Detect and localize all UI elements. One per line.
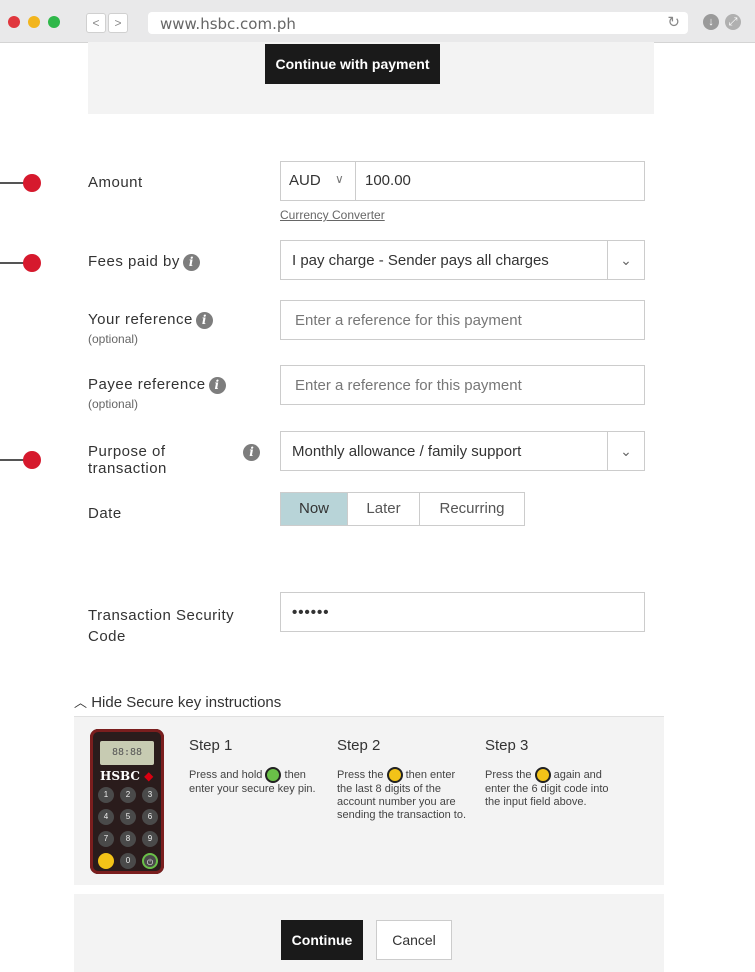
currency-value: AUD: [289, 172, 321, 189]
hsbc-logo: HSBC ◆: [100, 769, 153, 783]
date-segmented-control: Now Later Recurring: [280, 492, 525, 526]
step-3-title: Step 3: [485, 737, 529, 754]
power-icon: ⏻: [142, 853, 158, 869]
download-icon[interactable]: ↓: [703, 14, 719, 30]
optional-label: (optional): [88, 332, 139, 346]
annotation-marker: [23, 254, 41, 272]
placeholder-text: Enter a reference for this payment: [295, 377, 522, 394]
reload-icon[interactable]: ↻: [667, 13, 680, 31]
continue-with-payment-button[interactable]: Continue with payment: [265, 44, 440, 84]
payee-reference-label-text: Payee reference: [88, 376, 206, 393]
key: 9: [142, 831, 158, 847]
minimize-window-dot[interactable]: [28, 16, 40, 28]
hexagon-icon: ◆: [144, 769, 154, 783]
key: 4: [98, 809, 114, 825]
key: 8: [120, 831, 136, 847]
continue-button[interactable]: Continue: [281, 920, 363, 960]
purpose-label-line1: Purpose of: [88, 443, 166, 460]
purpose-label: Purpose of transaction: [88, 443, 167, 477]
info-icon[interactable]: i: [243, 444, 260, 461]
payee-reference-label: Payee reference i: [88, 376, 226, 394]
purpose-select[interactable]: Monthly allowance / family support ⌄: [280, 431, 645, 471]
fees-label-text: Fees paid by: [88, 253, 180, 270]
placeholder-text: Enter a reference for this payment: [295, 312, 522, 329]
security-code-input[interactable]: ••••••: [280, 592, 645, 632]
footer-panel: [74, 894, 664, 972]
browser-toolbar: < > www.hsbc.com.ph ↻ ↓ ⤢: [0, 0, 755, 43]
chevron-down-icon[interactable]: ⌄: [607, 241, 644, 279]
hide-secure-key-toggle[interactable]: ︿ Hide Secure key instructions: [74, 692, 281, 711]
purpose-label-line2: transaction: [88, 460, 167, 477]
yellow-button-icon: [534, 767, 551, 783]
step-2-pre: Press the: [337, 768, 384, 781]
key: 1: [98, 787, 114, 803]
your-reference-label-text: Your reference: [88, 311, 193, 328]
forward-button[interactable]: >: [108, 13, 128, 33]
fees-select[interactable]: I pay charge - Sender pays all charges ⌄: [280, 240, 645, 280]
secure-key-device-image: 88:88 HSBC ◆ 1 2 3 4 5 6 7 8 9 0 ⏻: [90, 729, 164, 874]
fullscreen-icon[interactable]: ⤢: [725, 14, 741, 30]
info-icon[interactable]: i: [182, 253, 200, 271]
date-option-recurring[interactable]: Recurring: [420, 493, 524, 525]
security-code-label-line1: Transaction Security: [88, 607, 235, 624]
currency-converter-link[interactable]: Currency Converter: [280, 208, 385, 222]
maximize-window-dot[interactable]: [48, 16, 60, 28]
device-screen: 88:88: [100, 741, 154, 765]
amount-field[interactable]: AUD ∨ 100.00: [280, 161, 645, 201]
toggle-label: Hide Secure key instructions: [91, 694, 282, 711]
optional-label: (optional): [88, 397, 139, 411]
yellow-button-icon: [386, 767, 403, 783]
amount-label: Amount: [88, 174, 143, 191]
device-keypad: 1 2 3 4 5 6 7 8 9 0 ⏻: [98, 787, 158, 869]
back-button[interactable]: <: [86, 13, 106, 33]
step-2-text: Press the then enter the last 8 digits o…: [337, 767, 472, 822]
step-1-title: Step 1: [189, 737, 233, 754]
secure-key-panel: 88:88 HSBC ◆ 1 2 3 4 5 6 7 8 9 0 ⏻ Step …: [74, 716, 664, 885]
date-option-now[interactable]: Now: [281, 493, 348, 525]
address-bar[interactable]: www.hsbc.com.ph ↻: [148, 12, 688, 34]
key: 7: [98, 831, 114, 847]
chevron-down-icon: ∨: [335, 172, 344, 186]
chevron-up-icon: ︿: [74, 695, 88, 710]
payee-reference-input[interactable]: Enter a reference for this payment: [280, 365, 645, 405]
purpose-value: Monthly allowance / family support: [292, 443, 522, 460]
info-icon[interactable]: i: [195, 311, 213, 329]
key: 0: [120, 853, 136, 869]
info-icon[interactable]: i: [208, 376, 226, 394]
step-3-text: Press the again and enter the 6 digit co…: [485, 767, 620, 809]
close-window-dot[interactable]: [8, 16, 20, 28]
security-code-value: ••••••: [292, 604, 330, 621]
your-reference-input[interactable]: Enter a reference for this payment: [280, 300, 645, 340]
yellow-key: [98, 853, 114, 869]
currency-select[interactable]: AUD ∨: [281, 162, 356, 200]
key: 3: [142, 787, 158, 803]
cancel-button[interactable]: Cancel: [376, 920, 452, 960]
annotation-marker: [23, 451, 41, 469]
step-2-title: Step 2: [337, 737, 381, 754]
green-button-icon: [265, 767, 282, 783]
fees-label: Fees paid by i: [88, 253, 200, 271]
key: 5: [120, 809, 136, 825]
key: 6: [142, 809, 158, 825]
key: 2: [120, 787, 136, 803]
chevron-down-icon[interactable]: ⌄: [607, 432, 644, 470]
step-1-text: Press and hold then enter your secure ke…: [189, 767, 324, 796]
security-code-label: Transaction Security Code: [88, 605, 234, 647]
date-option-later[interactable]: Later: [348, 493, 420, 525]
date-label: Date: [88, 505, 122, 522]
step-1-pre: Press and hold: [189, 768, 263, 781]
step-3-pre: Press the: [485, 768, 532, 781]
security-code-label-line2: Code: [88, 628, 126, 645]
your-reference-label: Your reference i: [88, 311, 213, 329]
amount-value: 100.00: [365, 172, 411, 189]
annotation-marker: [23, 174, 41, 192]
url-text: www.hsbc.com.ph: [160, 15, 296, 33]
hsbc-logo-text: HSBC: [100, 769, 140, 783]
fees-value: I pay charge - Sender pays all charges: [292, 252, 549, 269]
